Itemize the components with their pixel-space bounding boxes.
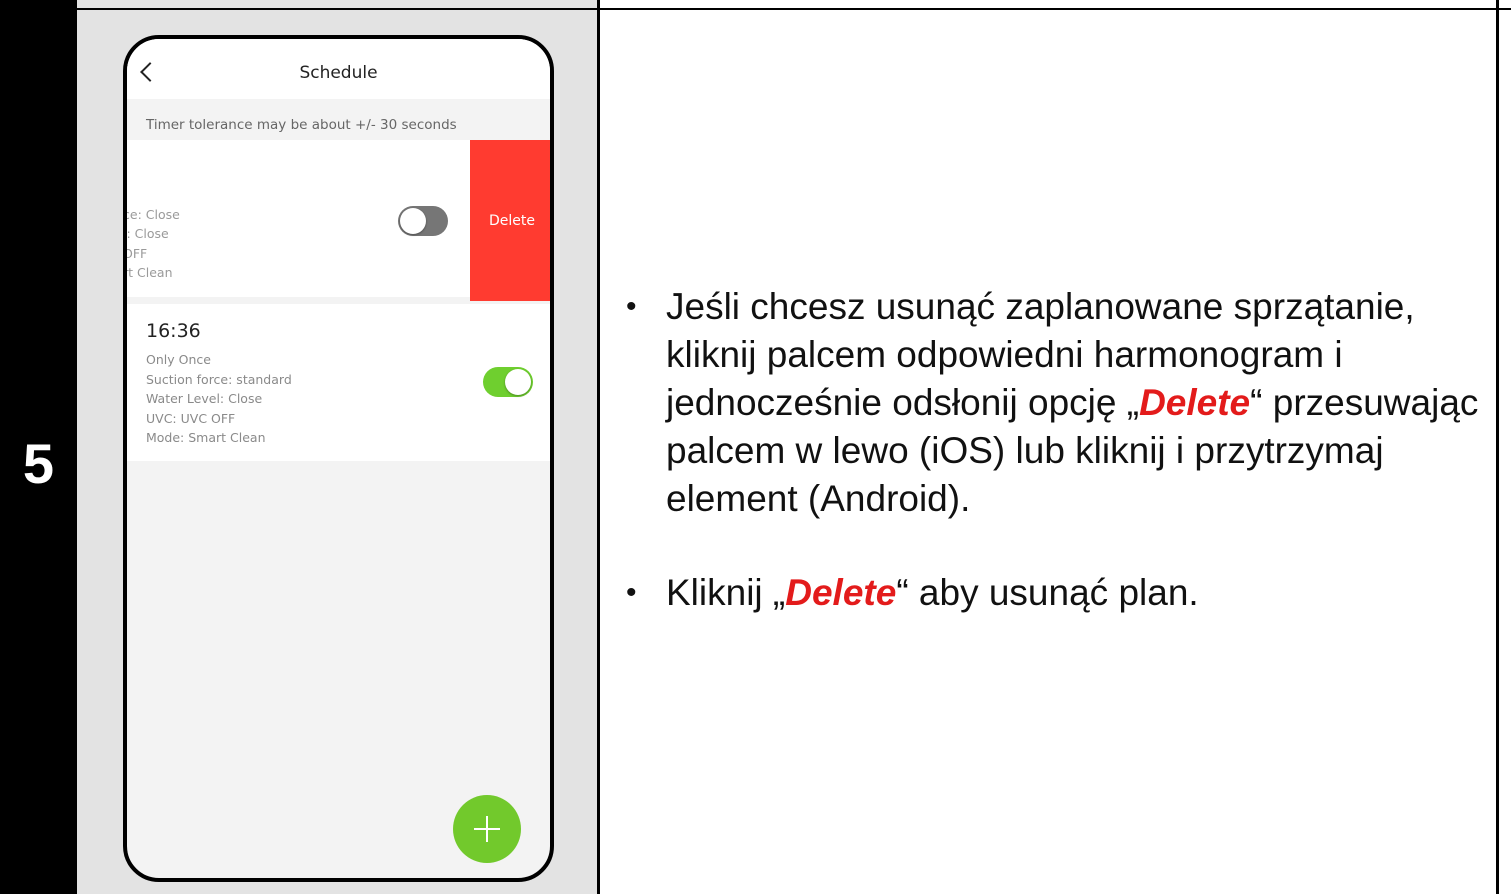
- schedule-item[interactable]: 16:36 Only Once Suction force: standard …: [127, 304, 550, 461]
- schedule-suction: Suction force: standard: [146, 372, 292, 387]
- nav-bar: Schedule: [127, 39, 550, 99]
- swiped-schedule-item[interactable]: ce: Close l: Close OFF rt Clean: [127, 140, 470, 297]
- delete-label: Delete: [489, 213, 535, 229]
- instruction-text: “ aby usunąć plan.: [896, 572, 1199, 613]
- schedule-mode: Mode: Smart Clean: [146, 430, 266, 445]
- step-number: 5: [22, 432, 55, 495]
- add-schedule-button[interactable]: [453, 795, 521, 863]
- instructions: • Jeśli chcesz usunąć zaplanowane sprząt…: [620, 283, 1500, 663]
- schedule-line: l: Close: [127, 226, 169, 241]
- step-column: 5: [0, 0, 77, 894]
- tolerance-note: Timer tolerance may be about +/- 30 seco…: [146, 117, 457, 133]
- table-top-border: [77, 0, 1511, 10]
- page-title: Schedule: [299, 63, 378, 83]
- schedule-repeat: Only Once: [146, 352, 211, 367]
- bullet-icon: •: [626, 576, 637, 609]
- delete-button[interactable]: Delete: [470, 140, 550, 301]
- schedule-water: Water Level: Close: [146, 391, 263, 406]
- bullet-icon: •: [626, 290, 637, 323]
- schedule-toggle-on[interactable]: [483, 367, 533, 397]
- phone-frame: Schedule Timer tolerance may be about +/…: [123, 35, 554, 882]
- schedule-line: ce: Close: [127, 207, 180, 222]
- instruction-bullet-1: • Jeśli chcesz usunąć zaplanowane sprząt…: [620, 283, 1500, 523]
- schedule-toggle-off[interactable]: [398, 206, 448, 236]
- schedule-time: 16:36: [146, 320, 201, 342]
- instruction-bullet-2: • Kliknij „Delete“ aby usunąć plan.: [620, 569, 1500, 617]
- column-divider: [597, 0, 600, 894]
- schedule-line: OFF: [127, 246, 148, 261]
- schedule-uvc: UVC: UVC OFF: [146, 411, 236, 426]
- delete-emphasis: Delete: [1139, 382, 1251, 423]
- delete-emphasis: Delete: [785, 572, 897, 613]
- instruction-text: Kliknij „: [666, 572, 786, 613]
- schedule-line: rt Clean: [127, 265, 173, 280]
